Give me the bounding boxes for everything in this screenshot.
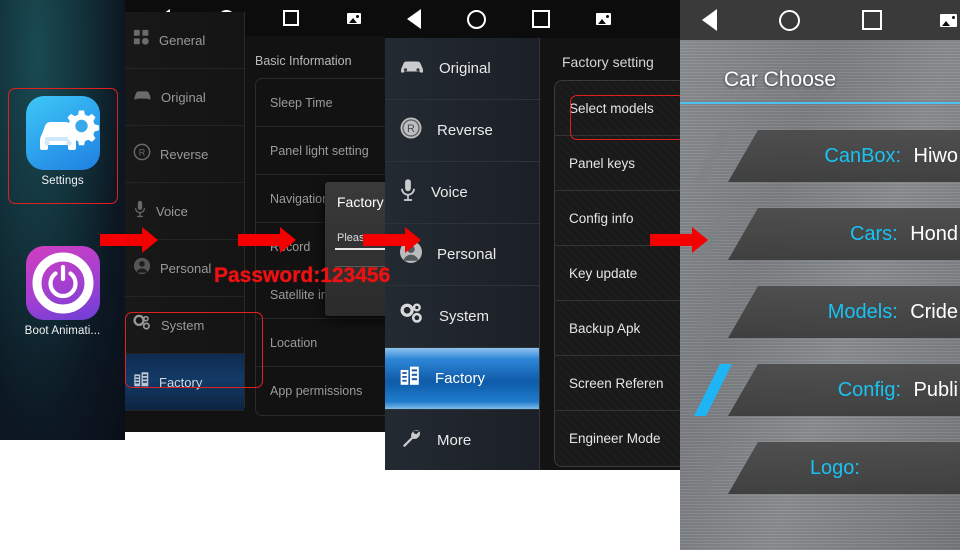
- car-choose-row-config[interactable]: Config: Publi: [680, 364, 960, 416]
- android-navbar: [385, 0, 680, 38]
- launcher-panel: Settings Boot Animati...: [0, 0, 125, 440]
- sidebar-label: Original: [439, 60, 491, 77]
- svg-text:R: R: [139, 147, 146, 157]
- flow-arrow-3: [363, 227, 421, 253]
- factory-highlight-box: [125, 312, 263, 388]
- screenshot-root: Settings Boot Animati... General Origina…: [0, 0, 960, 550]
- row-key: CanBox:: [824, 144, 902, 167]
- row-accent-bar: [694, 442, 732, 494]
- page-title: Car Choose: [724, 68, 837, 91]
- back-triangle-icon[interactable]: [702, 9, 717, 31]
- list-item[interactable]: Panel keys: [555, 136, 680, 191]
- microphone-icon: [399, 178, 417, 207]
- sidebar-label: Reverse: [437, 122, 493, 139]
- list-item[interactable]: Panel light setting: [256, 127, 385, 175]
- select-models-highlight-box: [570, 95, 680, 140]
- building-icon: [399, 365, 421, 392]
- power-circle-icon: [25, 246, 100, 320]
- person-icon: [133, 257, 151, 280]
- list-item[interactable]: Screen Referen: [555, 356, 680, 411]
- sidebar-label: Personal: [160, 260, 212, 276]
- sidebar-label: Personal: [437, 246, 497, 263]
- sidebar-label: Reverse: [160, 146, 209, 162]
- row-key: Models:: [827, 300, 898, 323]
- sidebar-item-general[interactable]: General: [125, 12, 244, 69]
- sidebar-label: Factory: [435, 370, 486, 387]
- factory-settings-panel: Original R Reverse Voice Personal System…: [385, 0, 680, 470]
- back-triangle-icon[interactable]: [407, 9, 421, 29]
- car-icon: [399, 58, 425, 80]
- microphone-icon: [133, 200, 147, 223]
- list-item[interactable]: Key update: [555, 246, 680, 301]
- sidebar-label: More: [437, 432, 472, 449]
- content-title: Factory setting: [562, 54, 654, 70]
- reverse-r-icon: R: [133, 143, 151, 166]
- recents-square-icon[interactable]: [283, 10, 299, 26]
- reverse-r-icon: R: [399, 116, 423, 145]
- car-choose-row-logo[interactable]: Logo:: [680, 442, 960, 494]
- list-item[interactable]: Backup Apk: [555, 301, 680, 356]
- sidebar-label: General: [159, 32, 206, 48]
- car-choose-row-models[interactable]: Models: Cride: [680, 286, 960, 338]
- password-annotation: Password:123456: [214, 264, 391, 287]
- sidebar-label: Original: [161, 89, 206, 105]
- android-navbar: [680, 0, 960, 40]
- list-item[interactable]: Location: [256, 319, 385, 367]
- sidebar-item-voice[interactable]: Voice: [385, 162, 539, 224]
- list-item[interactable]: Sleep Time: [256, 79, 385, 127]
- car-choose-body: Car Choose CanBox: Hiwo Cars: Hond Model…: [680, 40, 960, 550]
- row-key: Config:: [837, 378, 902, 401]
- settings-panel: General Original R Reverse Voice Persona…: [125, 0, 385, 432]
- gears-icon: [399, 302, 425, 331]
- row-value: Publi: [913, 378, 958, 401]
- list-item[interactable]: App permissions: [256, 367, 385, 415]
- sidebar-item-original[interactable]: Original: [385, 38, 539, 100]
- svg-text:R: R: [407, 123, 415, 135]
- recents-square-icon[interactable]: [532, 10, 550, 28]
- sidebar-item-system[interactable]: System: [385, 286, 539, 348]
- sidebar-label: System: [439, 308, 490, 325]
- home-circle-icon[interactable]: [779, 9, 800, 31]
- row-key: Logo:: [809, 456, 860, 479]
- flow-arrow-2: [238, 227, 296, 253]
- car-choose-row-cars[interactable]: Cars: Hond: [680, 208, 960, 260]
- screenshot-image-icon[interactable]: [940, 13, 957, 27]
- settings-highlight-box: [8, 88, 118, 204]
- sidebar-item-reverse[interactable]: R Reverse: [385, 100, 539, 162]
- sidebar-item-factory[interactable]: Factory: [385, 348, 539, 410]
- row-value: Hiwo: [913, 144, 958, 167]
- flow-arrow-1: [100, 227, 158, 253]
- row-value: Cride: [910, 300, 958, 323]
- home-circle-icon[interactable]: [467, 9, 486, 29]
- car-choose-panel: Car Choose CanBox: Hiwo Cars: Hond Model…: [680, 0, 960, 550]
- wrench-icon: [399, 426, 423, 455]
- row-accent-bar-selected: [694, 364, 732, 416]
- list-item[interactable]: Engineer Mode: [555, 411, 680, 466]
- app-boot-animation[interactable]: Boot Animati...: [0, 246, 125, 337]
- sidebar-label: Voice: [156, 203, 188, 219]
- flow-arrow-4: [650, 227, 708, 253]
- app-boot-animation-label: Boot Animati...: [24, 325, 101, 337]
- recents-square-icon[interactable]: [862, 10, 882, 30]
- factory-sidebar: Original R Reverse Voice Personal System…: [385, 38, 540, 470]
- sidebar-label: Voice: [431, 184, 468, 201]
- screenshot-image-icon[interactable]: [596, 13, 611, 25]
- sidebar-item-reverse[interactable]: R Reverse: [125, 126, 244, 183]
- car-choose-row-canbox[interactable]: CanBox: Hiwo: [680, 130, 960, 182]
- row-key: Cars:: [849, 222, 898, 245]
- sidebar-item-more[interactable]: More: [385, 410, 539, 470]
- screenshot-image-icon[interactable]: [347, 12, 361, 24]
- row-value: Hond: [910, 222, 958, 245]
- dialog-title: Factory: [337, 194, 384, 210]
- content-title: Basic Information: [255, 54, 352, 68]
- sidebar-item-original[interactable]: Original: [125, 69, 244, 126]
- row-accent-bar: [694, 286, 732, 338]
- row-accent-bar: [694, 130, 732, 182]
- car-icon: [133, 88, 152, 107]
- grid-icon: [133, 29, 150, 51]
- title-underline: [680, 102, 960, 104]
